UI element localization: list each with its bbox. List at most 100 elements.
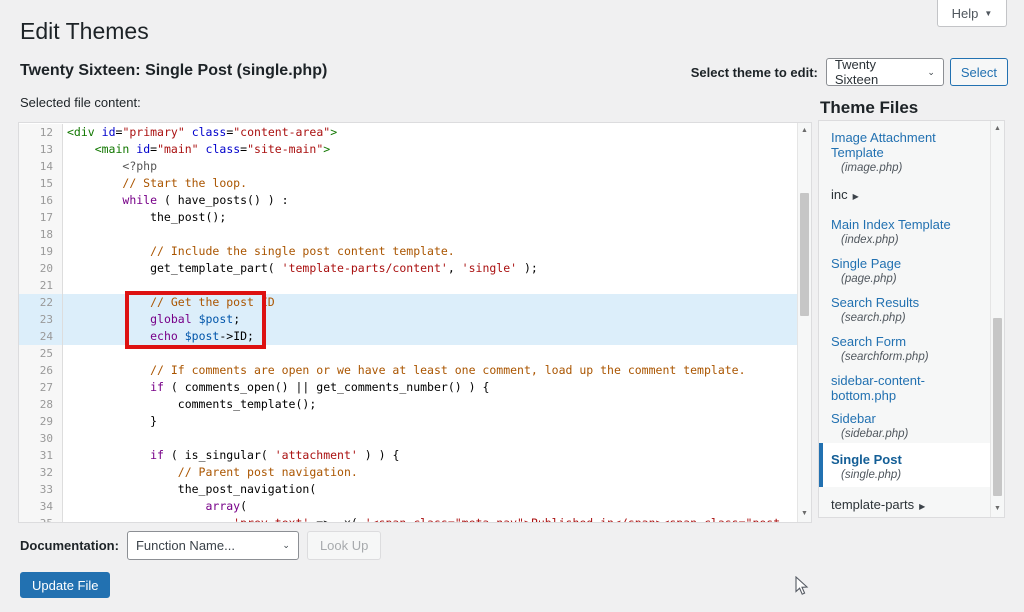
line-number[interactable]: 19: [19, 243, 63, 260]
line-number[interactable]: 27: [19, 379, 63, 396]
line-number[interactable]: 26: [19, 362, 63, 379]
code-line[interactable]: 23 global $post;: [19, 311, 797, 328]
code-text[interactable]: [63, 430, 797, 447]
line-number[interactable]: 12: [19, 124, 63, 141]
line-number[interactable]: 33: [19, 481, 63, 498]
theme-file-item[interactable]: Single Page(page.php): [819, 249, 990, 288]
line-number[interactable]: 17: [19, 209, 63, 226]
code-text[interactable]: <div id="primary" class="content-area">: [63, 124, 797, 141]
code-line[interactable]: 25: [19, 345, 797, 362]
file-link[interactable]: Sidebar: [831, 411, 980, 426]
code-line[interactable]: 21: [19, 277, 797, 294]
theme-files-scrollbar[interactable]: ▲ ▼: [990, 121, 1004, 517]
code-line[interactable]: 31 if ( is_singular( 'attachment' ) ) {: [19, 447, 797, 464]
theme-file-item[interactable]: Sidebar(sidebar.php): [819, 404, 990, 443]
line-number[interactable]: 28: [19, 396, 63, 413]
line-number[interactable]: 31: [19, 447, 63, 464]
code-text[interactable]: [63, 226, 797, 243]
code-text[interactable]: // Parent post navigation.: [63, 464, 797, 481]
code-lines[interactable]: 12<div id="primary" class="content-area"…: [19, 124, 797, 523]
line-number[interactable]: 35: [19, 515, 63, 523]
scroll-down-icon[interactable]: ▼: [991, 503, 1004, 515]
code-line[interactable]: 35 'prev_text' => _x( '<span class="meta…: [19, 515, 797, 523]
code-text[interactable]: the_post_navigation(: [63, 481, 797, 498]
file-link[interactable]: Image Attachment Template: [831, 130, 980, 160]
function-name-dropdown[interactable]: Function Name... ⌄: [127, 531, 299, 560]
code-line[interactable]: 24 echo $post->ID;: [19, 328, 797, 345]
line-number[interactable]: 22: [19, 294, 63, 311]
code-text[interactable]: if ( is_singular( 'attachment' ) ) {: [63, 447, 797, 464]
line-number[interactable]: 32: [19, 464, 63, 481]
line-number[interactable]: 16: [19, 192, 63, 209]
theme-file-item[interactable]: Search Results(search.php): [819, 288, 990, 327]
line-number[interactable]: 30: [19, 430, 63, 447]
code-text[interactable]: array(: [63, 498, 797, 515]
code-line[interactable]: 17 the_post();: [19, 209, 797, 226]
line-number[interactable]: 29: [19, 413, 63, 430]
code-line[interactable]: 34 array(: [19, 498, 797, 515]
code-editor[interactable]: 12<div id="primary" class="content-area"…: [18, 122, 812, 523]
code-text[interactable]: if ( comments_open() || get_comments_num…: [63, 379, 797, 396]
line-number[interactable]: 24: [19, 328, 63, 345]
scroll-up-icon[interactable]: ▲: [798, 125, 811, 137]
code-line[interactable]: 13 <main id="main" class="site-main">: [19, 141, 797, 158]
code-line[interactable]: 30: [19, 430, 797, 447]
line-number[interactable]: 34: [19, 498, 63, 515]
file-link[interactable]: Search Form: [831, 334, 980, 349]
theme-file-item[interactable]: Main Index Template(index.php): [819, 210, 990, 249]
code-line[interactable]: 19 // Include the single post content te…: [19, 243, 797, 260]
scroll-down-icon[interactable]: ▼: [798, 508, 811, 520]
code-line[interactable]: 16 while ( have_posts() ) :: [19, 192, 797, 209]
theme-select-dropdown[interactable]: Twenty Sixteen ⌄: [826, 58, 944, 86]
theme-file-item[interactable]: Image Attachment Template(image.php): [819, 123, 990, 177]
lookup-button[interactable]: Look Up: [307, 531, 381, 560]
code-text[interactable]: global $post;: [63, 311, 797, 328]
code-text[interactable]: the_post();: [63, 209, 797, 226]
code-text[interactable]: get_template_part( 'template-parts/conte…: [63, 260, 797, 277]
code-line[interactable]: 32 // Parent post navigation.: [19, 464, 797, 481]
code-line[interactable]: 12<div id="primary" class="content-area"…: [19, 124, 797, 141]
theme-file-item[interactable]: sidebar-content-bottom.php: [819, 366, 990, 404]
theme-folder-item[interactable]: template-parts▶: [819, 487, 990, 518]
theme-file-item[interactable]: Single Post(single.php): [819, 443, 990, 487]
code-text[interactable]: // Include the single post content templ…: [63, 243, 797, 260]
code-line[interactable]: 28 comments_template();: [19, 396, 797, 413]
code-line[interactable]: 29 }: [19, 413, 797, 430]
file-link[interactable]: Single Page: [831, 256, 980, 271]
code-text[interactable]: // If comments are open or we have at le…: [63, 362, 797, 379]
theme-folder-item[interactable]: inc▶: [819, 177, 990, 210]
code-text[interactable]: }: [63, 413, 797, 430]
theme-file-item[interactable]: Search Form(searchform.php): [819, 327, 990, 366]
code-text[interactable]: comments_template();: [63, 396, 797, 413]
line-number[interactable]: 25: [19, 345, 63, 362]
code-text[interactable]: 'prev_text' => _x( '<span class="meta-na…: [63, 515, 797, 523]
help-button[interactable]: Help ▼: [937, 0, 1007, 27]
file-link[interactable]: Main Index Template: [831, 217, 980, 232]
code-line[interactable]: 33 the_post_navigation(: [19, 481, 797, 498]
code-text[interactable]: <main id="main" class="site-main">: [63, 141, 797, 158]
line-number[interactable]: 20: [19, 260, 63, 277]
line-number[interactable]: 15: [19, 175, 63, 192]
line-number[interactable]: 18: [19, 226, 63, 243]
code-text[interactable]: <?php: [63, 158, 797, 175]
code-text[interactable]: echo $post->ID;: [63, 328, 797, 345]
code-text[interactable]: // Get the post ID: [63, 294, 797, 311]
code-text[interactable]: while ( have_posts() ) :: [63, 192, 797, 209]
code-line[interactable]: 18: [19, 226, 797, 243]
file-link[interactable]: Single Post: [831, 452, 980, 467]
line-number[interactable]: 23: [19, 311, 63, 328]
code-line[interactable]: 20 get_template_part( 'template-parts/co…: [19, 260, 797, 277]
line-number[interactable]: 21: [19, 277, 63, 294]
code-text[interactable]: [63, 277, 797, 294]
select-theme-button[interactable]: Select: [950, 58, 1008, 86]
update-file-button[interactable]: Update File: [20, 572, 110, 598]
file-link[interactable]: sidebar-content-bottom.php: [831, 373, 980, 403]
code-line[interactable]: 26 // If comments are open or we have at…: [19, 362, 797, 379]
editor-scrollbar[interactable]: ▲ ▼: [797, 123, 811, 522]
editor-scrollbar-thumb[interactable]: [800, 193, 809, 316]
file-link[interactable]: Search Results: [831, 295, 980, 310]
line-number[interactable]: 13: [19, 141, 63, 158]
scroll-up-icon[interactable]: ▲: [991, 123, 1004, 135]
code-line[interactable]: 14 <?php: [19, 158, 797, 175]
code-text[interactable]: // Start the loop.: [63, 175, 797, 192]
